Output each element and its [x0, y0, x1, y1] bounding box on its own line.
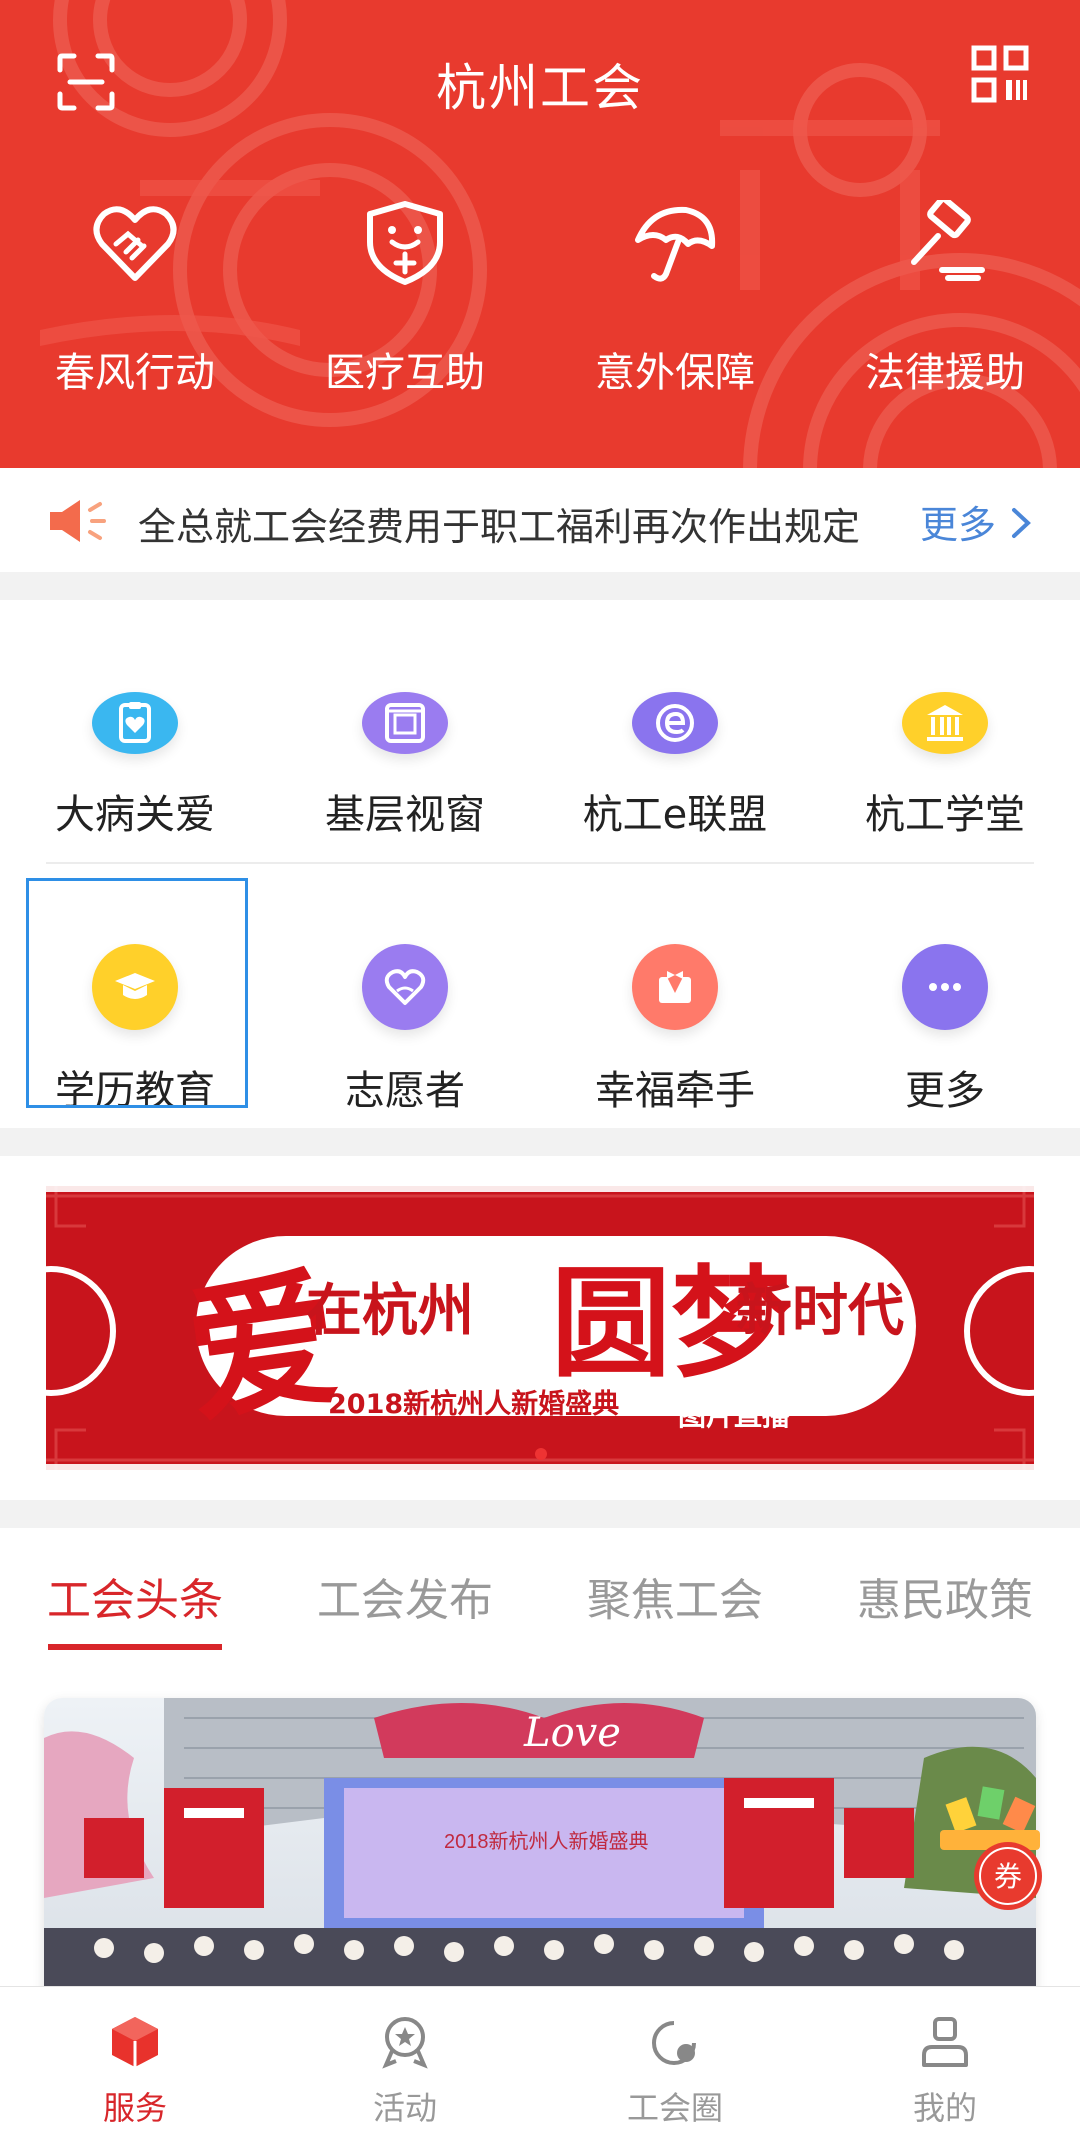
service-school[interactable]: 杭工学堂: [810, 600, 1080, 840]
notice-text[interactable]: 全总就工会经费用于职工福利再次作出规定: [138, 496, 860, 551]
news-card[interactable]: Love 2018新杭州人新婚盛典: [44, 1698, 1036, 1998]
selection-highlight: [26, 878, 248, 1108]
coupon-label: 券: [994, 1860, 1022, 1893]
volunteer-heart-icon: [362, 944, 448, 1030]
service-jiceng[interactable]: 基层视窗: [270, 600, 540, 840]
quick-actions: 春风行动 医疗互助 意外保障 法律援助: [0, 200, 1080, 420]
nav-circle[interactable]: 工会圈: [540, 1987, 810, 2150]
profile-icon: [922, 2017, 968, 2067]
grid-divider: [46, 862, 1034, 864]
quick-action-chunfeng[interactable]: 春风行动: [0, 200, 270, 420]
coupon-gift-icon[interactable]: 券: [930, 1780, 1050, 1920]
qr-code-icon[interactable]: [970, 44, 1030, 104]
nav-label: 服务: [102, 2089, 167, 2127]
quick-action-label: 春风行动: [55, 350, 215, 396]
nav-profile[interactable]: 我的: [810, 1987, 1080, 2150]
bottom-nav: 服务 活动 工会圈 我的: [0, 1986, 1080, 2150]
service-label: 杭工e联盟: [582, 792, 768, 838]
notice-bar[interactable]: 全总就工会经费用于职工福利再次作出规定 更多: [0, 468, 1080, 572]
banner-section: 爱 在杭州 圆梦 新时代 2018新杭州人新婚盛典 图片直播: [0, 1156, 1080, 1500]
stage-title-text: 2018新杭州人新婚盛典: [444, 1830, 649, 1853]
speaker-icon: [50, 500, 106, 542]
e-alliance-icon: [632, 692, 718, 754]
service-label: 杭工学堂: [865, 792, 1025, 838]
bowtie-suit-icon: [632, 944, 718, 1030]
care-clipboard-icon: [92, 692, 178, 754]
nav-activity[interactable]: 活动: [270, 1987, 540, 2150]
service-row-1: 大病关爱 基层视窗 杭工e联盟 杭工学堂: [0, 600, 1080, 840]
service-e-alliance[interactable]: 杭工e联盟: [540, 600, 810, 840]
service-label: 更多: [905, 1068, 985, 1114]
nav-service[interactable]: 服务: [0, 1987, 270, 2150]
love-sign-text: Love: [523, 1710, 621, 1756]
quick-action-label: 意外保障: [595, 350, 755, 396]
service-xingfu[interactable]: 幸福牵手: [540, 878, 810, 1118]
service-label: 基层视窗: [325, 792, 485, 838]
promo-banner[interactable]: 爱 在杭州 圆梦 新时代 2018新杭州人新婚盛典 图片直播: [46, 1186, 1034, 1470]
tab-headlines[interactable]: 工会头条: [0, 1564, 270, 1626]
service-cube-icon: [112, 2017, 158, 2067]
nav-label: 我的: [912, 2089, 977, 2127]
quick-action-legal[interactable]: 法律援助: [810, 200, 1080, 420]
window-icon: [362, 692, 448, 754]
gavel-icon: [911, 200, 985, 281]
top-bar: 杭州工会: [0, 0, 1080, 160]
service-label: 志愿者: [345, 1068, 465, 1114]
banner-subtitle: 2018新杭州人新婚盛典: [328, 1389, 620, 1420]
nav-label: 工会圈: [626, 2089, 723, 2127]
umbrella-icon: [635, 206, 716, 282]
tab-releases[interactable]: 工会发布: [270, 1564, 540, 1626]
tab-focus[interactable]: 聚焦工会: [540, 1564, 810, 1626]
service-grid: 大病关爱 基层视窗 杭工e联盟 杭工学堂 学历教育 志愿者 幸福牵手 更多: [0, 600, 1080, 1128]
header: 杭州工会 春风行动 医疗互助 意外保障 法律援助: [0, 0, 1080, 468]
banner-live-tag: 图片直播: [678, 1399, 791, 1432]
service-dabing[interactable]: 大病关爱: [0, 600, 270, 840]
quick-action-label: 法律援助: [865, 350, 1025, 396]
medical-shield-icon: [367, 201, 443, 285]
service-label: 幸福牵手: [595, 1068, 755, 1114]
banner-headline-2: 新时代: [736, 1279, 904, 1344]
heart-handshake-icon: [93, 206, 177, 281]
quick-action-accident[interactable]: 意外保障: [540, 200, 810, 420]
carousel-indicator: [535, 1448, 547, 1460]
banner-headline-1: 在杭州: [306, 1279, 474, 1344]
notice-more-link[interactable]: 更多: [920, 494, 996, 549]
app-title: 杭州工会: [436, 59, 644, 117]
wedding-ceremony-photo: Love 2018新杭州人新婚盛典: [44, 1698, 1036, 1998]
school-building-icon: [902, 692, 988, 754]
nav-label: 活动: [372, 2089, 437, 2127]
tab-policies[interactable]: 惠民政策: [810, 1564, 1080, 1626]
more-dots-icon: [902, 944, 988, 1030]
service-more[interactable]: 更多: [810, 878, 1080, 1118]
quick-action-medical[interactable]: 医疗互助: [270, 200, 540, 420]
activity-medal-icon: [382, 2017, 428, 2069]
service-volunteer[interactable]: 志愿者: [270, 878, 540, 1118]
news-tabs: 工会头条 工会发布 聚焦工会 惠民政策: [0, 1564, 1080, 1626]
news-section: 工会头条 工会发布 聚焦工会 惠民政策 Love 2018新杭州人新婚盛典: [0, 1528, 1080, 1998]
active-tab-indicator: [48, 1644, 222, 1650]
quick-action-label: 医疗互助: [325, 350, 485, 396]
chevron-right-icon[interactable]: [1010, 506, 1032, 540]
service-label: 大病关爱: [55, 792, 215, 838]
circle-icon: [652, 2021, 696, 2065]
